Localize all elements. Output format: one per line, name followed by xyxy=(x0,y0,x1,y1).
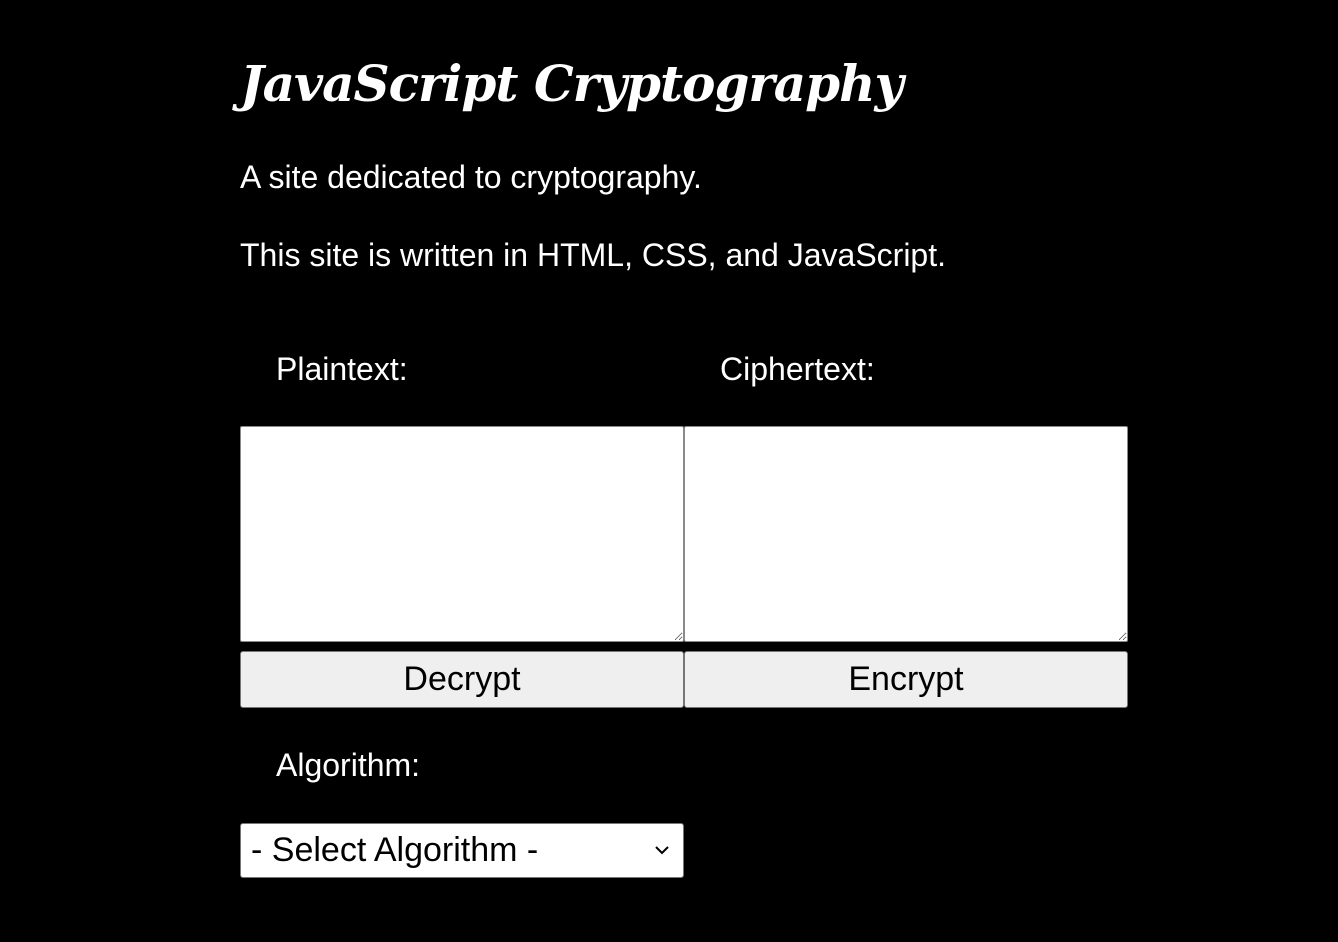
encrypt-button[interactable]: Encrypt xyxy=(684,651,1128,708)
page-title: JavaScript Cryptography xyxy=(240,54,904,113)
intro-text: A site dedicated to cryptography. xyxy=(240,159,702,195)
tech-note-text: This site is written in HTML, CSS, and J… xyxy=(240,237,946,273)
ciphertext-label: Ciphertext: xyxy=(720,351,875,387)
algorithm-label: Algorithm: xyxy=(276,747,421,783)
plaintext-input[interactable] xyxy=(240,426,684,642)
ciphertext-input[interactable] xyxy=(684,426,1128,642)
plaintext-label: Plaintext: xyxy=(276,351,408,387)
decrypt-button[interactable]: Decrypt xyxy=(240,651,684,708)
algorithm-selected-value: - Select Algorithm - xyxy=(251,831,539,869)
chevron-down-icon xyxy=(655,846,669,855)
algorithm-select[interactable]: - Select Algorithm - xyxy=(240,823,684,878)
